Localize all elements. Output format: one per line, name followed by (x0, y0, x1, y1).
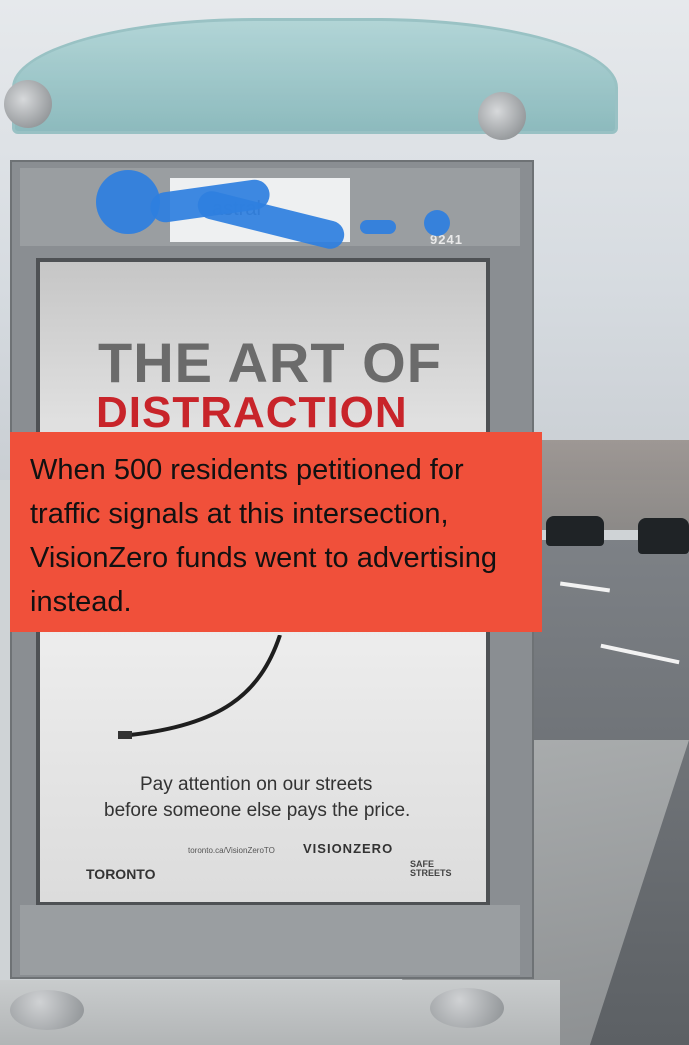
parked-car (638, 518, 689, 554)
poster-tagline-line2: before someone else pays the price. (104, 800, 411, 821)
vision-zero-logo: VISIONZERO (303, 841, 394, 856)
graffiti-mark (424, 210, 450, 236)
post-cap (478, 92, 526, 140)
poster-headline-line2: DISTRACTION (96, 388, 408, 437)
graffiti-mark (360, 220, 396, 234)
poster-headline-line1: THE ART OF (98, 331, 442, 394)
callout-text: When 500 residents petitioned for traffi… (30, 454, 497, 618)
phone-cord-illustration (118, 635, 282, 739)
safe-streets-logo: SAFE STREETS (410, 859, 452, 878)
poster-url: toronto.ca/VisionZeroTO (188, 846, 275, 855)
shelter-glass-roof (12, 18, 618, 134)
shelter-foot (10, 990, 84, 1030)
frame-bottom-panel (20, 905, 520, 975)
parked-car (546, 516, 604, 546)
shelter-foot (430, 988, 504, 1028)
post-cap (4, 80, 52, 128)
toronto-logo: TORONTO (86, 866, 156, 882)
poster-tagline-line1: Pay attention on our streets (140, 774, 373, 795)
